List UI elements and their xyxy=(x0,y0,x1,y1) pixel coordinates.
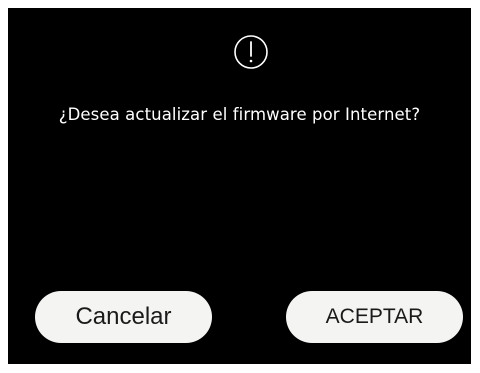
alert-circle-icon xyxy=(234,35,268,69)
accept-button[interactable]: ACEPTAR xyxy=(286,291,463,343)
dialog-message: ¿Desea actualizar el firmware por Intern… xyxy=(58,105,421,124)
firmware-update-dialog: ¿Desea actualizar el firmware por Intern… xyxy=(8,8,471,364)
cancel-button[interactable]: Cancelar xyxy=(35,291,212,343)
